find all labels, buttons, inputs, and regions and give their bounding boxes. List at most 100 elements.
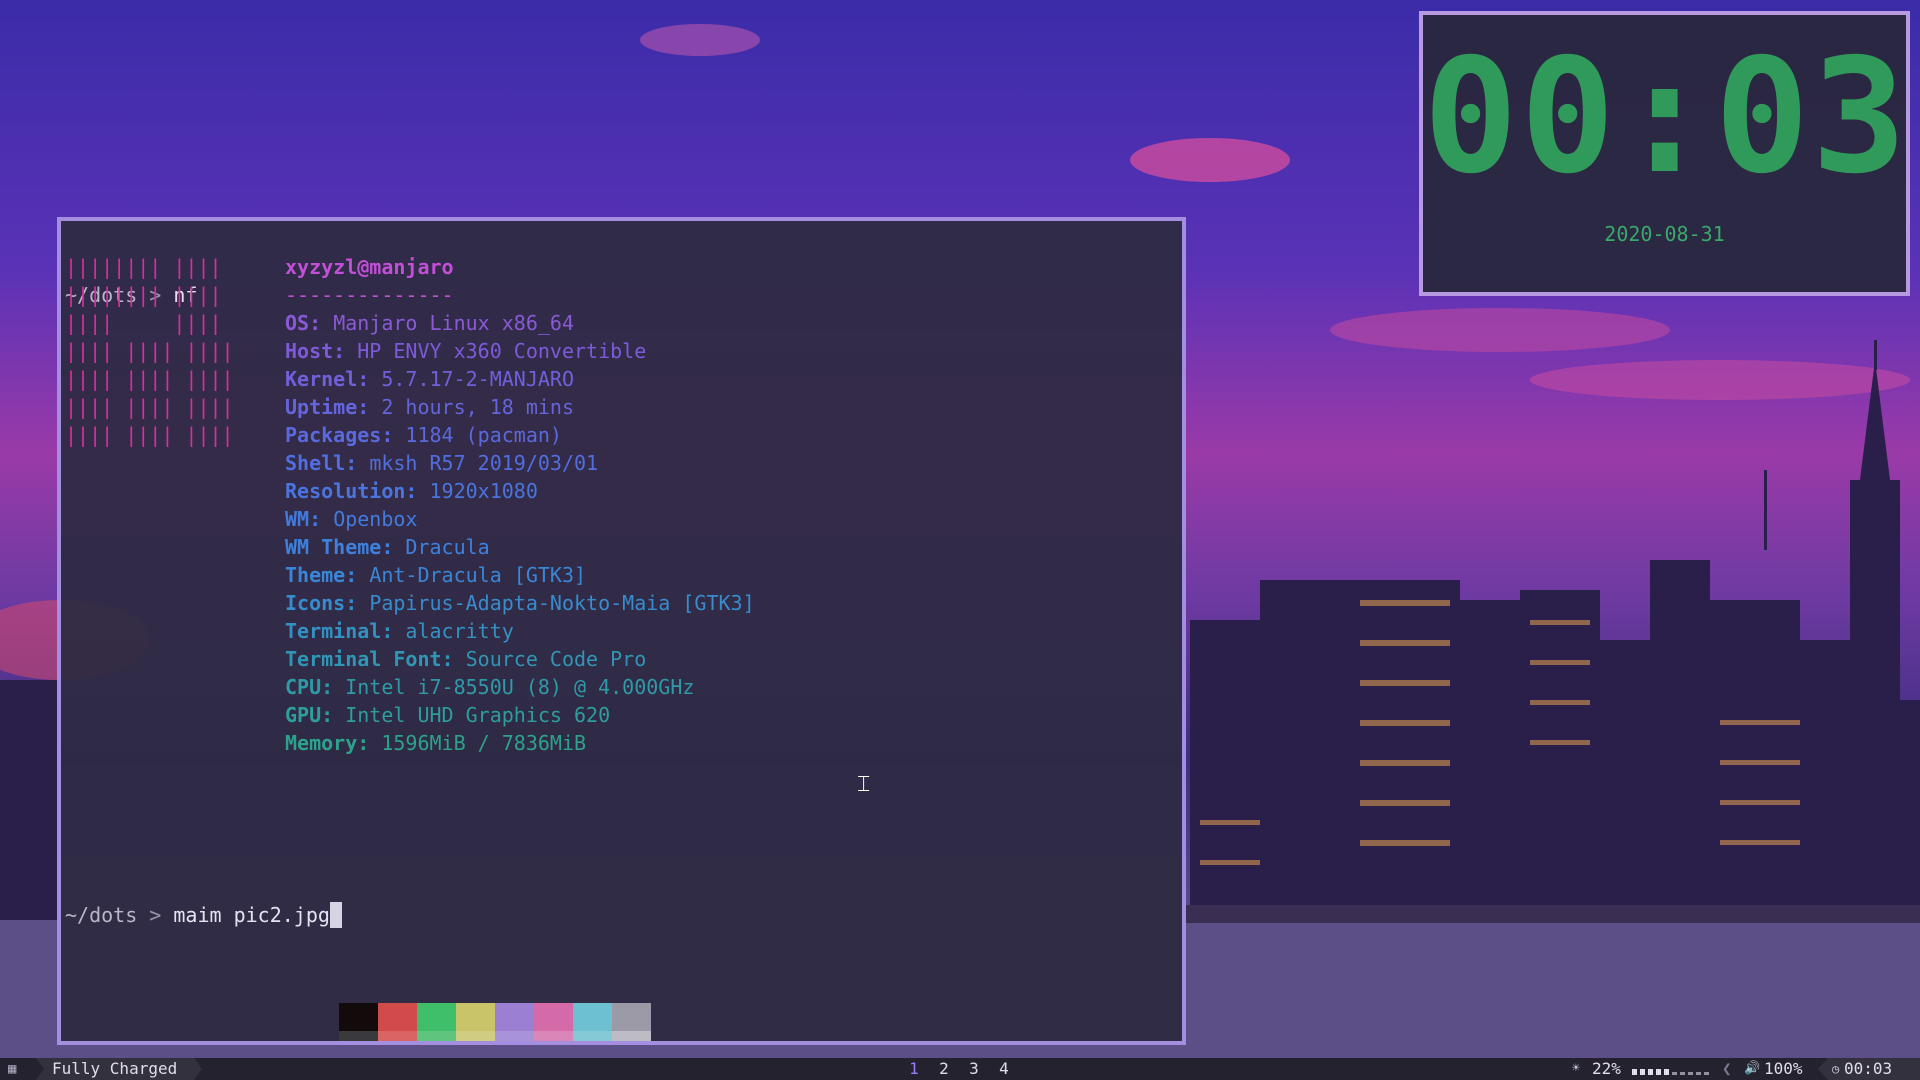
brightness-block [1640,1069,1645,1075]
color-swatch [573,1003,612,1031]
info-value: Source Code Pro [465,647,647,671]
pink-cloud [1530,360,1910,400]
info-colon: : [345,591,370,615]
info-colon: : [357,367,382,391]
color-swatch [378,1003,417,1031]
info-key: Uptime [285,395,358,419]
color-swatch [339,1003,378,1031]
color-swatch [534,1031,573,1041]
color-swatch [456,1031,495,1041]
info-key: Terminal Font [285,647,442,671]
info-key: Icons [285,591,346,615]
brightness-block [1648,1069,1653,1075]
clock-icon: ◷ [1832,1062,1840,1076]
volume-icon[interactable]: 🔊 [1744,1058,1760,1080]
brightness-block [1664,1069,1669,1075]
distro-logo-line: |||| |||| |||| [65,395,234,419]
brightness-block [1632,1069,1637,1075]
info-separator: -------------- [285,283,454,307]
color-swatch [339,1031,378,1041]
prompt-separator: > [149,903,162,927]
color-swatch [417,1031,456,1041]
volume-value[interactable]: 100% [1764,1058,1810,1080]
distro-logo-line: |||| |||| |||| [65,367,234,391]
info-value: 5.7.17-2-MANJARO [381,367,574,391]
info-key: OS [285,311,310,335]
brightness-value: 22% [1592,1059,1621,1078]
info-colon: : [381,423,406,447]
info-colon: : [441,647,466,671]
color-swatch [456,1003,495,1031]
distro-logo-line: |||| |||| [65,311,222,335]
info-colon: : [381,535,406,559]
terminal-window[interactable]: ~/dots > nf |||||||| |||| |||||||| |||| ||… [57,217,1186,1045]
info-colon: : [357,731,382,755]
info-value: 1184 (pacman) [405,423,562,447]
info-colon: : [405,479,430,503]
info-row: Terminal: alacritty [285,617,514,645]
color-swatch [495,1003,534,1031]
info-value: 2 hours, 18 mins [381,395,574,419]
distro-logo-line: |||| |||| |||| [65,339,234,363]
color-swatch [534,1003,573,1031]
info-colon: : [357,395,382,419]
info-colon: : [309,507,334,531]
clock-date: 2020-08-31 [1604,222,1725,246]
color-swatch [417,1003,456,1031]
info-value: 1596MiB / 7836MiB [381,731,587,755]
color-swatch [495,1031,534,1041]
info-colon: : [381,619,406,643]
info-colon: : [345,563,370,587]
info-key: GPU [285,703,322,727]
info-value: Intel i7-8550U (8) @ 4.000GHz [345,675,695,699]
status-bar: ▦ Fully Charged 1234 ☀ 22% ❮ 🔊 100% ◷ 00:… [0,1058,1920,1080]
info-value: HP ENVY x360 Convertible [357,339,647,363]
brightness-meter [1632,1058,1716,1080]
distro-logo-line: |||||||| |||| [65,255,222,279]
pink-cloud [640,24,760,56]
info-colon: : [309,311,334,335]
info-value: Intel UHD Graphics 620 [345,703,611,727]
info-colon: : [345,451,370,475]
info-row: Kernel: 5.7.17-2-MANJARO [285,365,574,393]
info-key: Theme [285,563,346,587]
info-key: Resolution [285,479,406,503]
pink-cloud [1130,138,1290,182]
info-value: Manjaro Linux x86_64 [333,311,575,335]
info-value: mksh R57 2019/03/01 [369,451,599,475]
info-colon: : [321,703,346,727]
info-row: OS: Manjaro Linux x86_64 [285,309,574,337]
menu-grid-icon[interactable]: ▦ [8,1058,22,1080]
info-value: Ant-Dracula [GTK3] [369,563,587,587]
prompt-line: ~/dots > maim pic2.jpg [65,901,342,929]
info-value: Papirus-Adapta-Nokto-Maia [GTK3] [369,591,755,615]
info-row: Packages: 1184 (pacman) [285,421,562,449]
info-row: Uptime: 2 hours, 18 mins [285,393,574,421]
prompt-path: ~/dots [65,903,138,927]
workspace-1[interactable]: 1 [905,1058,923,1080]
workspace-2[interactable]: 2 [935,1058,953,1080]
info-row: Host: HP ENVY x360 Convertible [285,337,646,365]
color-swatch [612,1003,651,1031]
info-row: WM Theme: Dracula [285,533,490,561]
color-swatch [378,1031,417,1041]
info-row: Memory: 1596MiB / 7836MiB [285,729,586,757]
color-swatch [573,1031,612,1041]
info-value: Dracula [405,535,490,559]
info-row: Icons: Papirus-Adapta-Nokto-Maia [GTK3] [285,589,755,617]
info-row: GPU: Intel UHD Graphics 620 [285,701,610,729]
command-input[interactable]: maim pic2.jpg [173,903,330,927]
info-key: WM [285,507,310,531]
clock-time: 00:03 [1423,25,1909,209]
workspace-4[interactable]: 4 [995,1058,1013,1080]
workspace-3[interactable]: 3 [965,1058,983,1080]
brightness-block [1680,1072,1685,1075]
info-key: Terminal [285,619,382,643]
info-row: WM: Openbox [285,505,417,533]
info-key: Memory [285,731,358,755]
brightness-block [1696,1072,1701,1075]
info-key: CPU [285,675,322,699]
shoreline [1186,905,1920,923]
info-key: Host [285,339,334,363]
user-host: xyzyzl@manjaro [285,255,454,279]
